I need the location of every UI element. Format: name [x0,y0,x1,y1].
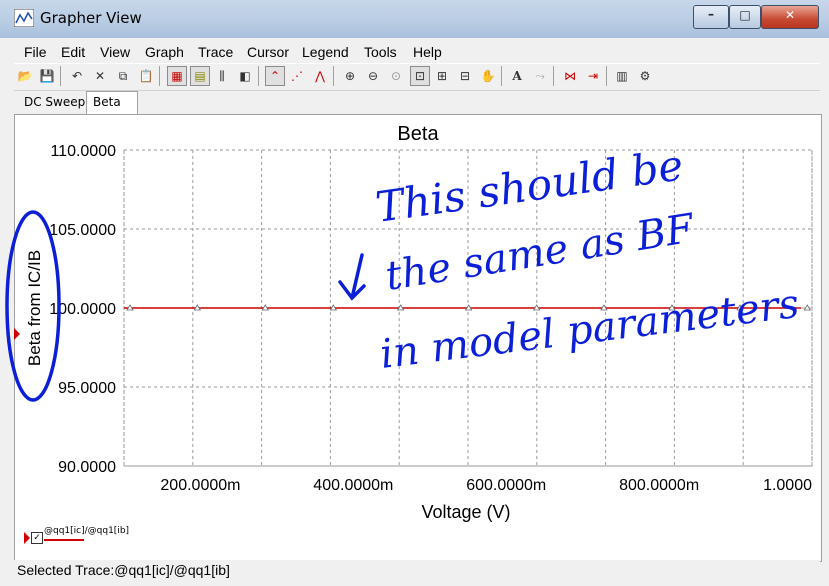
y-axis-label: Beta from IC/IB [25,250,44,366]
chart[interactable]: 110.0000105.0000100.000095.000090.000020… [0,0,829,586]
y-tick-label: 90.0000 [58,459,116,476]
trace-pointer-icon [14,328,20,340]
x-tick-label: 800.0000m [619,477,699,494]
chart-title: Beta [397,123,439,145]
annotation-line-3: in model parameters [378,281,802,378]
y-tick-label: 95.0000 [58,380,116,397]
legend-trace-swatch [44,539,84,541]
legend-trace-label[interactable]: @qq1[ic]/@qq1[ib] [44,526,129,536]
x-axis-label: Voltage (V) [421,502,510,522]
legend-checkbox[interactable]: ✓ [31,532,43,544]
x-tick-label: 200.0000m [160,477,240,494]
annotation-arrow [338,253,366,301]
y-tick-label: 105.0000 [49,222,116,239]
handwritten-annotation: This should be the same as BF in model p… [5,140,802,402]
status-text: Selected Trace:@qq1[ic]/@qq1[ib] [17,562,230,578]
x-tick-label: 1.0000 [763,477,812,494]
y-tick-label: 110.0000 [50,143,116,160]
x-tick-label: 400.0000m [313,477,393,494]
legend-pointer-icon [24,532,30,544]
x-tick-label: 600.0000m [466,477,546,494]
